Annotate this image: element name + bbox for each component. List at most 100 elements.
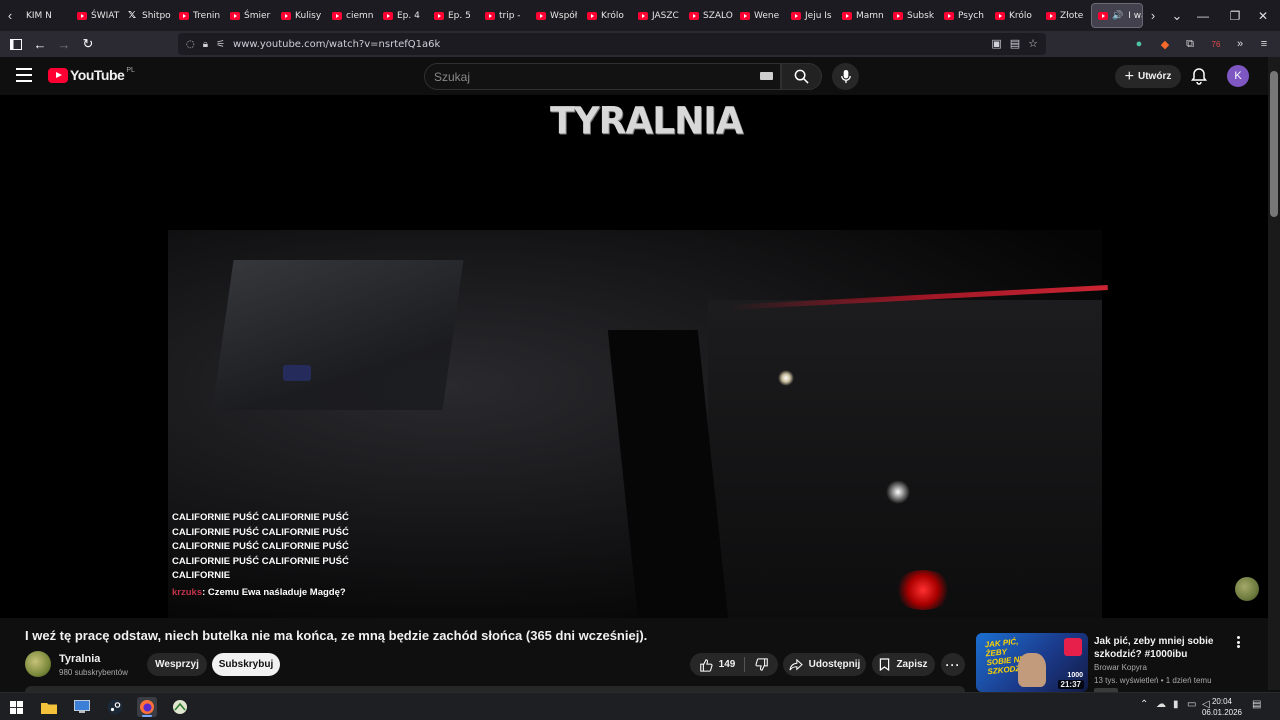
clock[interactable]: 20:04 06.01.2026 — [1200, 696, 1244, 718]
tab[interactable]: ciemn — [326, 0, 377, 31]
channel-name[interactable]: Tyralnia — [59, 653, 100, 665]
recommended-thumbnail[interactable]: JAK PIĆ, ŻEBY SOBIE NIE SZKODZIĆ? 1000 2… — [976, 633, 1088, 692]
tab[interactable]: trip - — [479, 0, 530, 31]
tabs-scroll-left-button[interactable]: ‹ — [0, 0, 20, 31]
reader-view-icon[interactable]: ▤ — [1010, 37, 1020, 50]
network-app-icon[interactable]: ☁ — [1156, 699, 1166, 710]
tab[interactable]: Ep. 5 — [428, 0, 479, 31]
dislike-button[interactable] — [745, 653, 778, 676]
thumbnail-count: 1000 — [1067, 672, 1083, 679]
computer-icon[interactable] — [72, 697, 92, 717]
subscribe-button[interactable]: Subskrybuj — [212, 653, 280, 676]
tab[interactable]: ŚWIAT — [71, 0, 122, 31]
page-scrollbar[interactable] — [1268, 57, 1280, 690]
guide-menu-icon[interactable] — [16, 68, 32, 82]
like-button[interactable]: 149 — [690, 653, 744, 676]
usb-icon[interactable]: ▮ — [1173, 699, 1179, 710]
search-button[interactable] — [781, 63, 822, 90]
lock-icon[interactable]: 🔒︎ — [203, 39, 208, 50]
tab[interactable]: Wene — [734, 0, 785, 31]
channel-branding-badge[interactable] — [1235, 577, 1259, 601]
youtube-favicon-icon — [1098, 11, 1108, 20]
windows-start-icon[interactable] — [6, 697, 26, 717]
address-bar[interactable]: ◌ 🔒︎ ⚟ www.youtube.com/watch?v=nsrtefQ1a… — [178, 33, 1046, 55]
share-icon — [789, 658, 803, 670]
extension-badge-icon[interactable]: 76 — [1208, 36, 1224, 52]
keyboard-icon[interactable] — [760, 72, 773, 80]
recommended-menu-icon[interactable] — [1232, 634, 1244, 650]
list-all-tabs-button[interactable]: ⌄ — [1167, 0, 1187, 31]
youtube-favicon-icon — [842, 11, 852, 20]
tab[interactable]: Mamn — [836, 0, 887, 31]
steam-icon[interactable] — [105, 697, 125, 717]
search-input[interactable]: Szukaj — [424, 63, 781, 90]
tab[interactable]: Ep. 4 — [377, 0, 428, 31]
bookmark-star-icon[interactable]: ☆ — [1028, 37, 1038, 50]
tabs-scroll-right-button[interactable]: › — [1143, 0, 1163, 31]
extension-fox-icon[interactable]: ◆ — [1157, 36, 1173, 52]
forward-button[interactable]: → — [52, 32, 76, 56]
sidebar-toggle-icon[interactable] — [4, 32, 28, 56]
video-white-flare — [886, 480, 910, 504]
back-button[interactable]: ← — [28, 32, 52, 56]
video-player[interactable]: TYRALNIA CALIFORNIE PUŚĆ CALIFORNIE PUŚĆ… — [0, 95, 1268, 618]
x-favicon-icon: 𝕏 — [128, 9, 137, 21]
tab[interactable]: Śmier — [224, 0, 275, 31]
firefox-icon[interactable] — [137, 697, 157, 717]
tab[interactable]: Trenin — [173, 0, 224, 31]
tray-overflow-icon[interactable]: ⌃ — [1140, 699, 1148, 710]
extension-shield-icon[interactable]: ● — [1131, 36, 1147, 52]
minimize-button[interactable]: — — [1186, 0, 1220, 31]
tab[interactable]: Kulisy — [275, 0, 326, 31]
save-button[interactable]: Zapisz — [872, 653, 935, 676]
youtube-favicon-icon — [740, 11, 750, 20]
recommended-title[interactable]: Jak pić, zeby mniej sobie szkodzić? #100… — [1094, 635, 1234, 661]
notifications-bell-icon[interactable] — [1190, 67, 1208, 85]
support-button[interactable]: Wesprzyj — [147, 653, 207, 676]
app-menu-icon[interactable]: ≡ — [1256, 36, 1272, 52]
close-window-button[interactable]: ✕ — [1246, 0, 1280, 31]
notification-center-icon[interactable]: ▤ — [1252, 699, 1261, 710]
tab[interactable]: SZALO — [683, 0, 734, 31]
file-explorer-icon[interactable] — [39, 697, 59, 717]
permissions-icon[interactable]: ⚟ — [216, 39, 225, 50]
speaker-icon[interactable]: 🔊 — [1112, 11, 1123, 21]
app-icon[interactable] — [170, 697, 190, 717]
tab[interactable]: Jeju Is — [785, 0, 836, 31]
video-duration: 21:37 — [1057, 680, 1084, 689]
more-actions-button[interactable]: ··· — [941, 653, 965, 676]
tab-label: ciemn — [346, 10, 374, 21]
youtube-favicon-icon — [587, 11, 597, 20]
voice-search-button[interactable] — [832, 63, 859, 90]
extensions-puzzle-icon[interactable]: ⧉ — [1182, 36, 1198, 52]
clock-time: 20:04 — [1211, 697, 1233, 706]
tab[interactable]: 𝕏 Shitpo — [122, 0, 173, 31]
tab[interactable]: Królo — [989, 0, 1040, 31]
chat-overlay: CALIFORNIE PUŚĆ CALIFORNIE PUŚĆ CALIFORNI… — [172, 511, 352, 600]
recommended-channel[interactable]: Browar Kopyra — [1094, 663, 1147, 672]
tab-label: Shitpo — [142, 10, 171, 21]
shield-icon[interactable]: ◌ — [186, 39, 195, 50]
picture-in-picture-icon[interactable]: ▣ — [991, 37, 1001, 50]
account-avatar[interactable]: K — [1227, 65, 1249, 87]
youtube-logo[interactable]: YouTube PL — [48, 67, 135, 83]
overflow-menu-icon[interactable]: » — [1232, 36, 1248, 52]
search-placeholder: Szukaj — [434, 69, 471, 84]
tab[interactable]: JASZC — [632, 0, 683, 31]
tab[interactable]: Psych — [938, 0, 989, 31]
tab[interactable]: Złote — [1040, 0, 1091, 31]
tab-label: Wene — [754, 10, 780, 21]
share-button[interactable]: Udostępnij — [783, 653, 866, 676]
tab[interactable]: Subsk — [887, 0, 938, 31]
youtube-favicon-icon — [536, 11, 546, 20]
chat-line: CALIFORNIE PUŚĆ CALIFORNIE PUŚĆ — [172, 526, 349, 538]
tab-active[interactable]: 🔊 I wa — [1091, 3, 1143, 28]
scrollbar-thumb[interactable] — [1270, 71, 1278, 217]
reload-button[interactable]: ↻ — [76, 32, 100, 56]
network-icon[interactable]: ▭ — [1187, 699, 1196, 710]
tab[interactable]: Współ — [530, 0, 581, 31]
channel-avatar[interactable] — [25, 651, 51, 677]
create-button[interactable]: + Utwórz — [1115, 65, 1181, 88]
tab[interactable]: Królo — [581, 0, 632, 31]
tab[interactable]: KIM N — [20, 0, 71, 31]
